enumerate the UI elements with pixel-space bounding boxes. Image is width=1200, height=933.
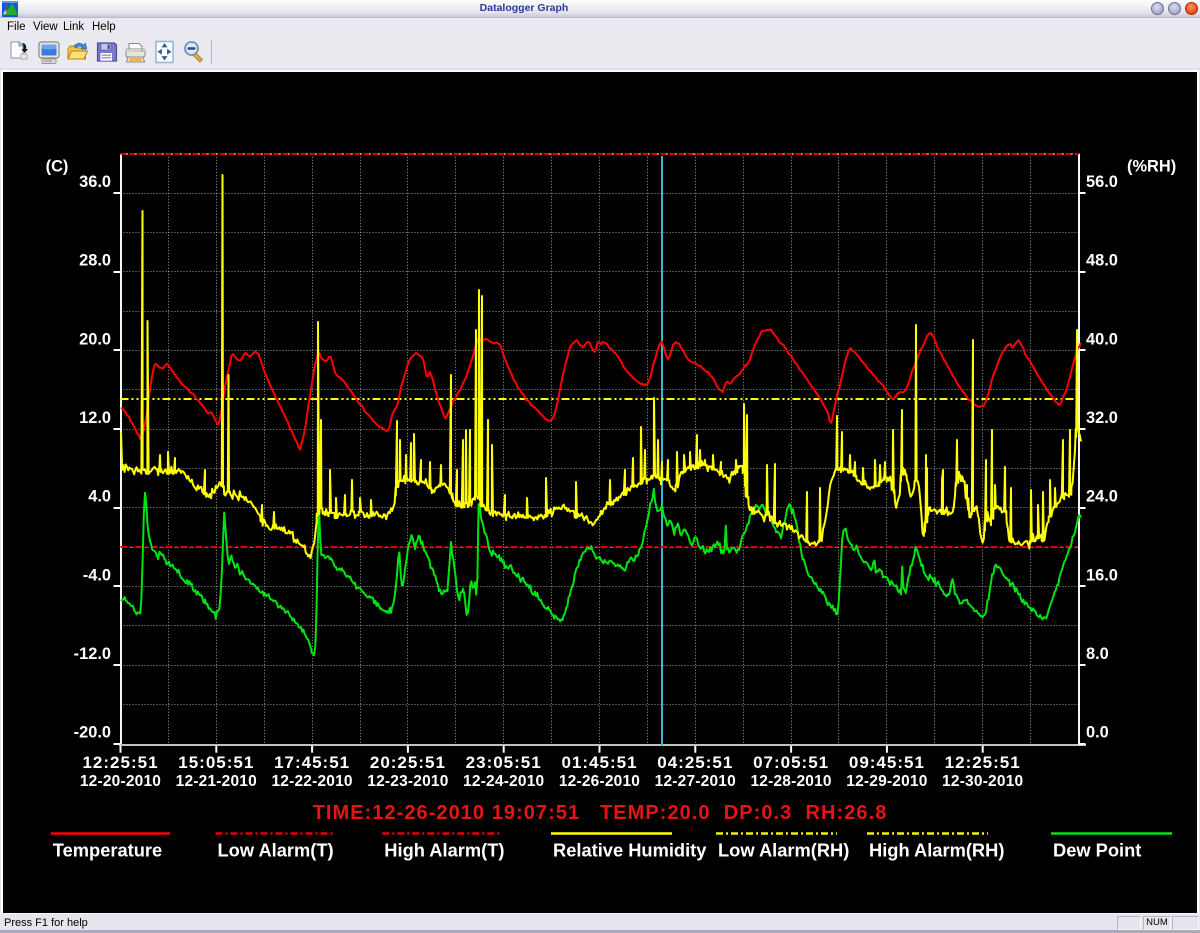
svg-text:0.0: 0.0 <box>1086 724 1109 742</box>
svg-text:12-26-2010: 12-26-2010 <box>559 773 640 790</box>
svg-text:8.0: 8.0 <box>1086 645 1109 663</box>
svg-text:20.0: 20.0 <box>79 330 111 348</box>
svg-text:-4.0: -4.0 <box>83 566 111 584</box>
svg-text:Relative Humidity: Relative Humidity <box>553 840 707 861</box>
svg-text:56.0: 56.0 <box>1086 173 1118 191</box>
svg-text:12-30-2010: 12-30-2010 <box>942 773 1023 790</box>
svg-text:15:05:51: 15:05:51 <box>178 753 254 772</box>
svg-text:High Alarm(T): High Alarm(T) <box>384 840 504 861</box>
svg-text:12-22-2010: 12-22-2010 <box>271 773 352 790</box>
svg-text:12-21-2010: 12-21-2010 <box>176 773 257 790</box>
svg-text:12-20-2010: 12-20-2010 <box>80 773 161 790</box>
svg-text:Dew Point: Dew Point <box>1053 840 1141 861</box>
svg-text:20:25:51: 20:25:51 <box>370 753 446 772</box>
svg-text:High Alarm(RH): High Alarm(RH) <box>869 840 1004 861</box>
svg-text:07:05:51: 07:05:51 <box>753 753 829 772</box>
svg-text:12:25:51: 12:25:51 <box>82 753 158 772</box>
svg-text:(C): (C) <box>46 158 69 176</box>
svg-text:12:25:51: 12:25:51 <box>945 753 1021 772</box>
svg-text:-20.0: -20.0 <box>74 724 111 742</box>
svg-text:12-23-2010: 12-23-2010 <box>367 773 448 790</box>
svg-text:28.0: 28.0 <box>79 252 111 270</box>
svg-text:12-24-2010: 12-24-2010 <box>463 773 544 790</box>
svg-text:-12.0: -12.0 <box>74 645 111 663</box>
svg-text:23:05:51: 23:05:51 <box>466 753 542 772</box>
svg-text:24.0: 24.0 <box>1086 488 1118 506</box>
svg-text:16.0: 16.0 <box>1086 566 1118 584</box>
svg-text:(%RH): (%RH) <box>1127 158 1176 176</box>
svg-text:4.0: 4.0 <box>88 488 111 506</box>
svg-text:12-27-2010: 12-27-2010 <box>655 773 736 790</box>
svg-text:17:45:51: 17:45:51 <box>274 753 350 772</box>
svg-text:Low Alarm(T): Low Alarm(T) <box>218 840 334 861</box>
svg-text:Temperature: Temperature <box>53 840 162 861</box>
svg-text:12-28-2010: 12-28-2010 <box>750 773 831 790</box>
svg-text:12.0: 12.0 <box>79 409 111 427</box>
svg-text:Low Alarm(RH): Low Alarm(RH) <box>718 840 849 861</box>
svg-text:04:25:51: 04:25:51 <box>657 753 733 772</box>
svg-text:32.0: 32.0 <box>1086 409 1118 427</box>
svg-text:40.0: 40.0 <box>1086 330 1118 348</box>
svg-text:09:45:51: 09:45:51 <box>849 753 925 772</box>
svg-text:48.0: 48.0 <box>1086 252 1118 270</box>
svg-text:01:45:51: 01:45:51 <box>561 753 637 772</box>
svg-text:TIME:12-26-2010 19:07:51 TEM: TIME:12-26-2010 19:07:51 TEMP:20.0 DP:0.… <box>313 802 888 824</box>
svg-text:12-29-2010: 12-29-2010 <box>846 773 927 790</box>
svg-text:36.0: 36.0 <box>79 173 111 191</box>
